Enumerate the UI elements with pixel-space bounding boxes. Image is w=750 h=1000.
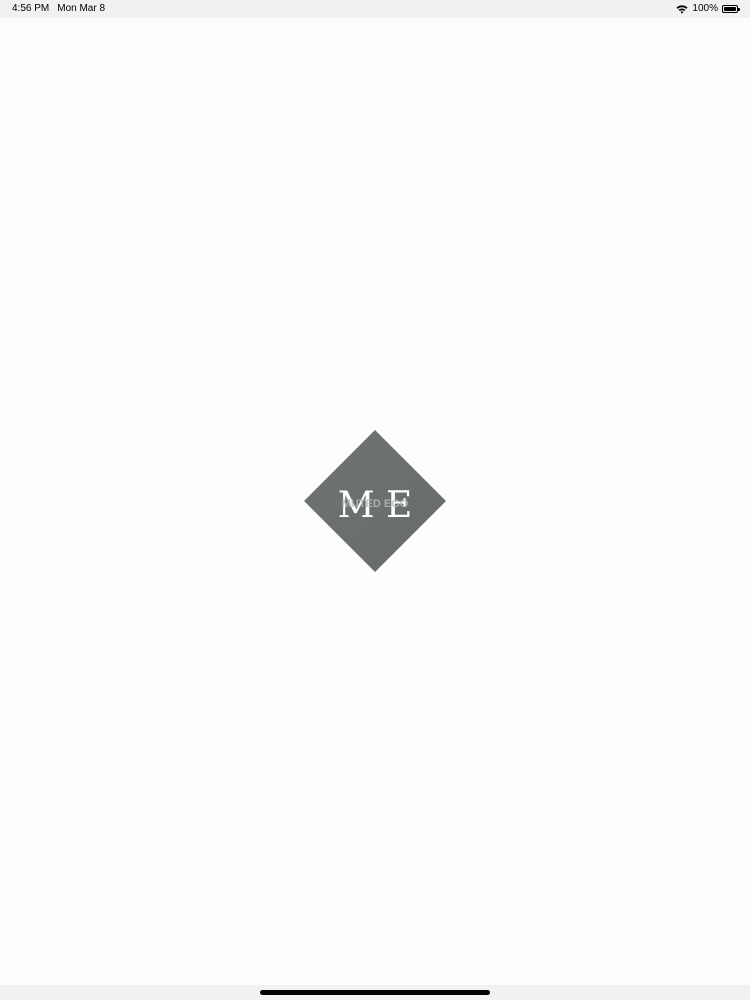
logo-diamond-svg: M E MUTED EGO (304, 430, 446, 572)
battery-percent: 100% (692, 3, 718, 14)
splash-screen: 4:56 PM Mon Mar 8 100% M E MUTED EGO (0, 0, 750, 1000)
logo-overlay-text: MUTED EGO (342, 498, 409, 510)
status-time: 4:56 PM (12, 3, 50, 14)
status-right: 100% (676, 3, 740, 14)
status-date: Mon Mar 8 (57, 3, 106, 14)
status-bar: 4:56 PM Mon Mar 8 100% (0, 0, 750, 18)
brand-logo: M E MUTED EGO (304, 430, 446, 572)
wifi-icon (676, 4, 688, 14)
home-indicator[interactable] (260, 990, 490, 995)
battery-icon (722, 4, 740, 13)
battery-fill (724, 6, 736, 11)
home-bar (0, 985, 750, 1000)
battery-cap (738, 7, 740, 11)
status-left: 4:56 PM Mon Mar 8 (12, 3, 105, 14)
